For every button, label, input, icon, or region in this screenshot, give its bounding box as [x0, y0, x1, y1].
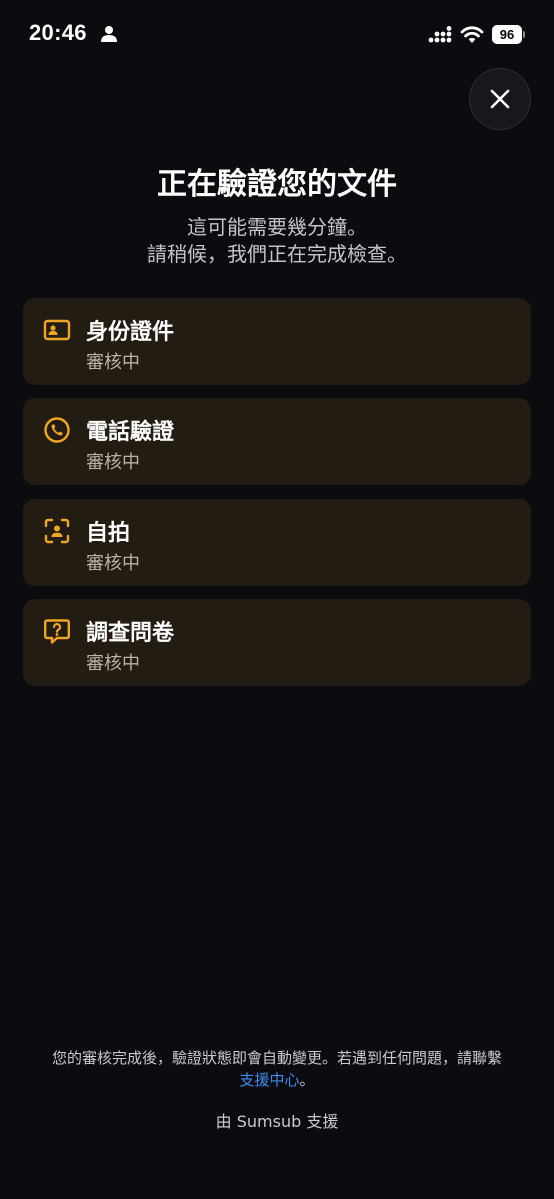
verification-screen: 20:46 96 正在驗證您的文件 這可能需要幾分鐘。 請稍候，我們正在完成檢查… — [0, 0, 554, 1199]
face-scan-icon — [44, 518, 70, 544]
footer-notice-end: 。 — [299, 1071, 315, 1089]
step-status: 審核中 — [86, 653, 140, 674]
step-status: 審核中 — [86, 553, 140, 574]
step-card-phone[interactable]: 電話驗證 審核中 — [23, 398, 531, 485]
status-time: 20:46 — [29, 20, 87, 45]
subtitle-line-2: 請稍候，我們正在完成檢查。 — [147, 242, 407, 266]
footer-notice: 您的審核完成後，驗證狀態即會自動變更。若遇到任何問題，請聯繫 支援中心。 — [0, 1047, 554, 1091]
phone-icon — [44, 417, 70, 443]
id-card-icon — [43, 319, 71, 341]
step-title: 電話驗證 — [86, 420, 175, 445]
question-bubble-icon — [44, 619, 70, 644]
step-status: 審核中 — [86, 352, 140, 373]
battery-tip — [523, 31, 525, 38]
step-card-selfie[interactable]: 自拍 審核中 — [23, 499, 531, 586]
battery-indicator: 96 — [492, 25, 525, 44]
subtitle-line-1: 這可能需要幾分鐘。 — [187, 215, 367, 239]
close-icon — [490, 89, 510, 109]
close-button[interactable] — [469, 68, 531, 130]
step-title: 調查問卷 — [86, 621, 175, 646]
step-title: 身份證件 — [86, 320, 175, 345]
signal-icon — [428, 26, 452, 43]
support-center-link[interactable]: 支援中心 — [239, 1071, 299, 1089]
powered-by-text: 由 Sumsub 支援 — [215, 1112, 339, 1131]
status-bar: 20:46 96 — [0, 0, 554, 70]
step-status: 審核中 — [86, 452, 140, 473]
battery-level: 96 — [492, 25, 522, 44]
step-card-id-document[interactable]: 身份證件 審核中 — [23, 298, 531, 385]
page-title: 正在驗證您的文件 — [157, 167, 397, 202]
person-icon — [101, 26, 117, 42]
wifi-icon — [460, 26, 484, 43]
step-title: 自拍 — [86, 521, 131, 546]
footer-notice-text: 您的審核完成後，驗證狀態即會自動變更。若遇到任何問題，請聯繫 — [51, 1049, 502, 1067]
step-card-questionnaire[interactable]: 調查問卷 審核中 — [23, 599, 531, 686]
